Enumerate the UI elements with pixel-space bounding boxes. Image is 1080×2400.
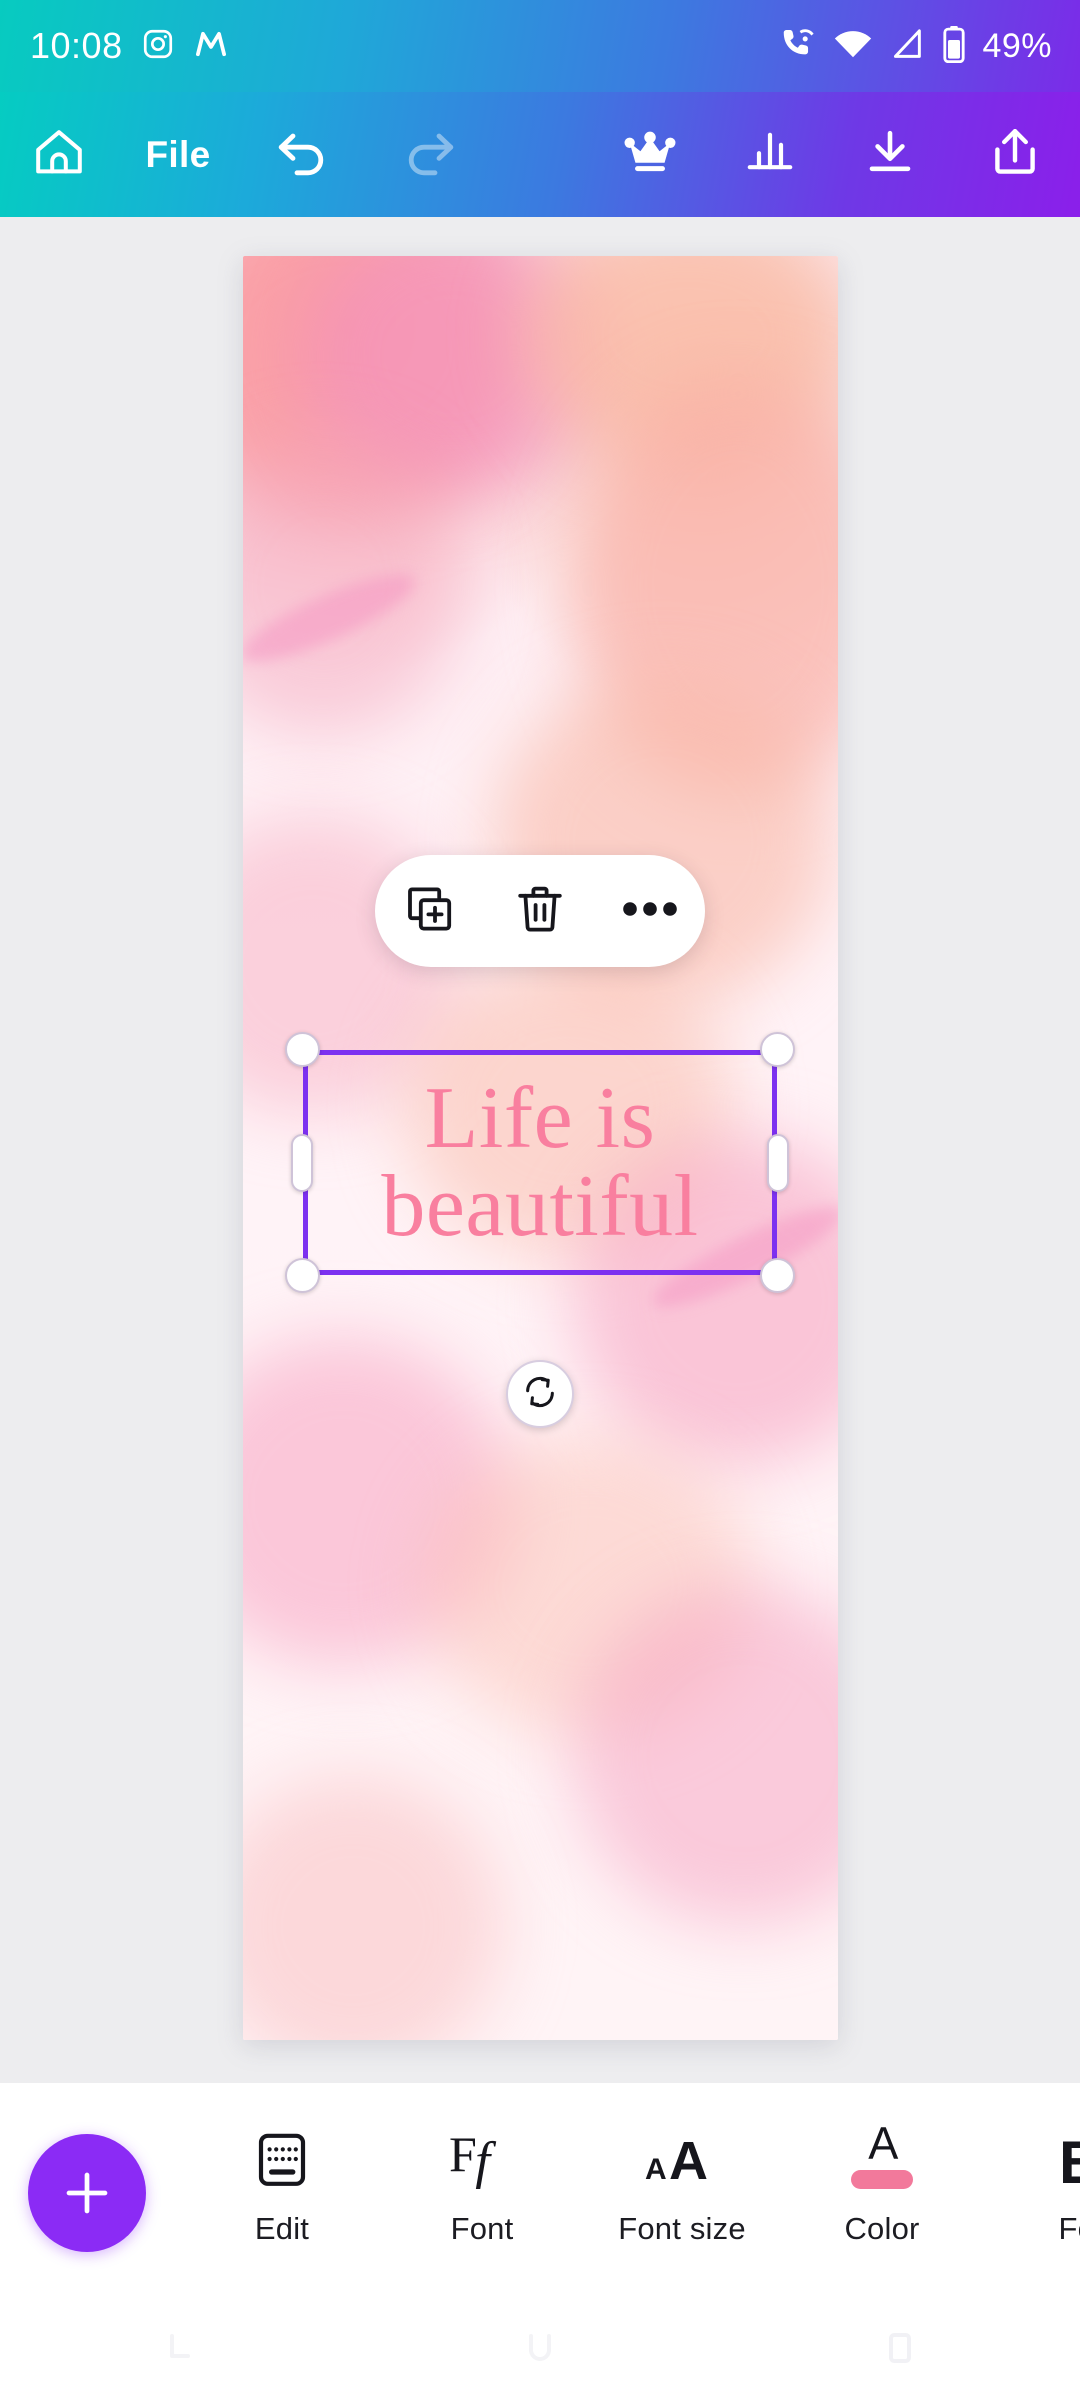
battery-icon [941, 25, 967, 68]
text-color-icon: A [851, 2119, 913, 2189]
delete-button[interactable] [494, 865, 586, 957]
tool-color[interactable]: A Color [782, 2083, 982, 2283]
download-button[interactable] [830, 92, 950, 217]
cellular-signal-icon [888, 27, 926, 66]
system-navigation-bar [0, 2295, 1080, 2400]
font-face-icon: F f [447, 2119, 517, 2189]
rotate-icon [521, 1373, 559, 1416]
bar-chart-icon [745, 128, 795, 181]
rotate-handle[interactable] [506, 1360, 574, 1428]
status-clock: 10:08 [30, 25, 123, 66]
share-icon [989, 126, 1041, 183]
nav-recents-button[interactable] [820, 2295, 980, 2400]
bottom-toolbar: Edit F f Font A A Font size A Color F [0, 2083, 1080, 2295]
status-bar-left: 10:08 [30, 27, 229, 66]
tool-font-size-label: Font size [618, 2211, 746, 2246]
file-menu-label: File [145, 133, 211, 175]
tool-edit-label: Edit [254, 2211, 310, 2246]
duplicate-icon [404, 883, 456, 940]
undo-button[interactable] [238, 92, 366, 217]
battery-percentage: 49% [982, 26, 1052, 65]
resize-handle-right[interactable] [767, 1133, 789, 1192]
text-tools-scroller[interactable]: Edit F f Font A A Font size A Color F [182, 2083, 1080, 2295]
status-bar: 10:08 49% [0, 0, 1080, 92]
duplicate-button[interactable] [384, 865, 476, 957]
color-swatch [851, 2170, 913, 2189]
more-options-button[interactable] [604, 865, 696, 957]
delete-icon [515, 883, 565, 940]
file-menu-button[interactable]: File [118, 92, 238, 217]
resize-handle-top-right[interactable] [760, 1032, 795, 1067]
redo-icon [402, 128, 458, 181]
resize-handle-top-left[interactable] [285, 1032, 320, 1067]
wifi-icon [833, 28, 873, 65]
resize-handle-bottom-right[interactable] [760, 1258, 795, 1293]
bold-format-icon: B [1057, 2119, 1080, 2189]
resize-handle-left[interactable] [291, 1133, 313, 1192]
redo-button[interactable] [366, 92, 494, 217]
svg-text:A: A [669, 2131, 708, 2189]
premium-button[interactable] [590, 92, 710, 217]
nav-home-button[interactable] [460, 2295, 620, 2400]
tool-font-size[interactable]: A A Font size [582, 2083, 782, 2283]
add-element-button[interactable] [28, 2134, 146, 2252]
tool-edit[interactable]: Edit [182, 2083, 382, 2283]
resize-handle-bottom-left[interactable] [285, 1258, 320, 1293]
status-bar-right: 49% [778, 25, 1052, 68]
svg-text:B: B [1059, 2135, 1080, 2189]
svg-text:F: F [449, 2126, 477, 2182]
svg-text:A: A [645, 2153, 667, 2186]
home-icon [33, 127, 85, 182]
svg-text:A: A [868, 2119, 898, 2162]
tool-color-label: Color [844, 2211, 920, 2246]
vowifi-call-icon [778, 26, 818, 67]
more-options-icon [622, 899, 678, 924]
crown-icon [623, 129, 677, 180]
keyboard-icon [251, 2119, 313, 2189]
undo-icon [274, 128, 330, 181]
editor-area: Life is beautiful [0, 217, 1080, 2083]
selected-text-element[interactable]: Life is beautiful [285, 1032, 795, 1293]
share-button[interactable] [950, 92, 1080, 217]
m-app-icon [193, 28, 229, 65]
tool-format-label: For [1058, 2211, 1080, 2246]
nav-back-button[interactable] [100, 2295, 260, 2400]
tool-format[interactable]: B For [982, 2083, 1080, 2283]
font-size-icon: A A [645, 2119, 719, 2189]
svg-text:f: f [475, 2131, 497, 2189]
top-toolbar: File [0, 92, 1080, 217]
tool-font-label: Font [450, 2211, 514, 2246]
instagram-icon [141, 27, 175, 66]
download-icon [864, 128, 916, 181]
text-content[interactable]: Life is beautiful [303, 1050, 777, 1275]
tool-font[interactable]: F f Font [382, 2083, 582, 2283]
home-button[interactable] [0, 92, 118, 217]
element-action-toolbar [375, 855, 705, 967]
insights-button[interactable] [710, 92, 830, 217]
